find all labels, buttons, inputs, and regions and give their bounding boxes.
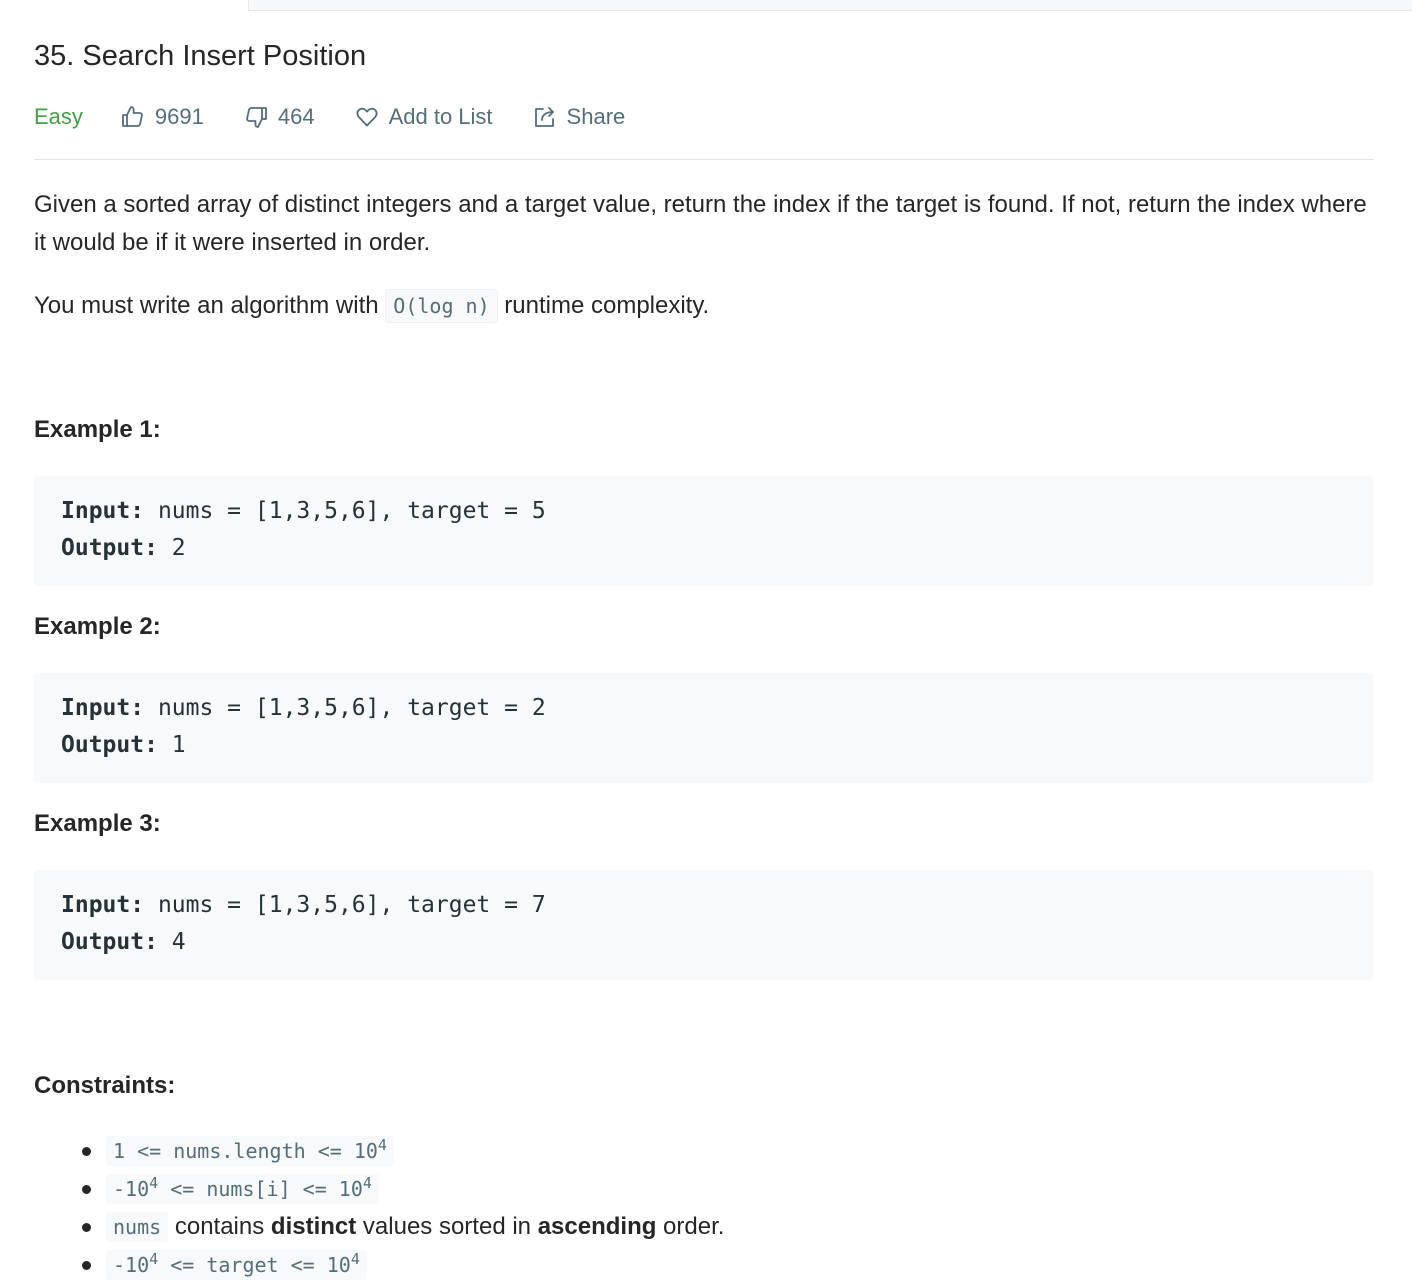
- constraint-item: -104 <= nums[i] <= 104: [34, 1170, 724, 1208]
- add-to-list-button[interactable]: Add to List: [355, 104, 493, 130]
- thumbs-up-icon: [122, 106, 143, 127]
- example-3-block: Input: nums = [1,3,5,6], target = 7 Outp…: [34, 870, 1373, 980]
- problem-statement: Given a sorted array of distinct integer…: [34, 186, 1374, 350]
- statement-paragraph: Given a sorted array of distinct integer…: [34, 191, 1367, 256]
- constraint-item: nums contains distinct values sorted in …: [34, 1208, 724, 1246]
- example-3-heading: Example 3:: [34, 810, 161, 837]
- constraint-item: -104 <= target <= 104: [34, 1246, 724, 1284]
- example-1-heading: Example 1:: [34, 416, 161, 443]
- like-count: 9691: [154, 104, 204, 129]
- dislike-button[interactable]: 464: [244, 104, 315, 130]
- like-button[interactable]: 9691: [121, 104, 204, 130]
- dislike-count: 464: [277, 104, 315, 129]
- share-label: Share: [566, 104, 626, 129]
- constraints-heading: Constraints:: [34, 1072, 176, 1099]
- constraint-item: 1 <= nums.length <= 104: [34, 1132, 724, 1170]
- thumbs-down-icon: [246, 107, 267, 128]
- complexity-code: O(log n): [385, 289, 498, 323]
- problem-title: 35. Search Insert Position: [34, 40, 367, 72]
- complexity-paragraph: You must write an algorithm with O(log n…: [34, 287, 1374, 325]
- share-button[interactable]: Share: [533, 104, 626, 130]
- example-2-block: Input: nums = [1,3,5,6], target = 2 Outp…: [34, 673, 1373, 783]
- top-tab-bar: [248, 0, 1412, 11]
- header-divider: [34, 159, 1374, 160]
- add-to-list-label: Add to List: [388, 104, 493, 129]
- share-icon: [534, 107, 554, 127]
- constraints-list: 1 <= nums.length <= 104 -104 <= nums[i] …: [34, 1132, 724, 1284]
- difficulty-label: Easy: [34, 104, 83, 129]
- example-1-block: Input: nums = [1,3,5,6], target = 5 Outp…: [34, 476, 1373, 586]
- example-2-heading: Example 2:: [34, 613, 161, 640]
- problem-meta-bar: Easy 9691 464 Add to List Share: [34, 98, 665, 136]
- heart-icon: [356, 107, 378, 127]
